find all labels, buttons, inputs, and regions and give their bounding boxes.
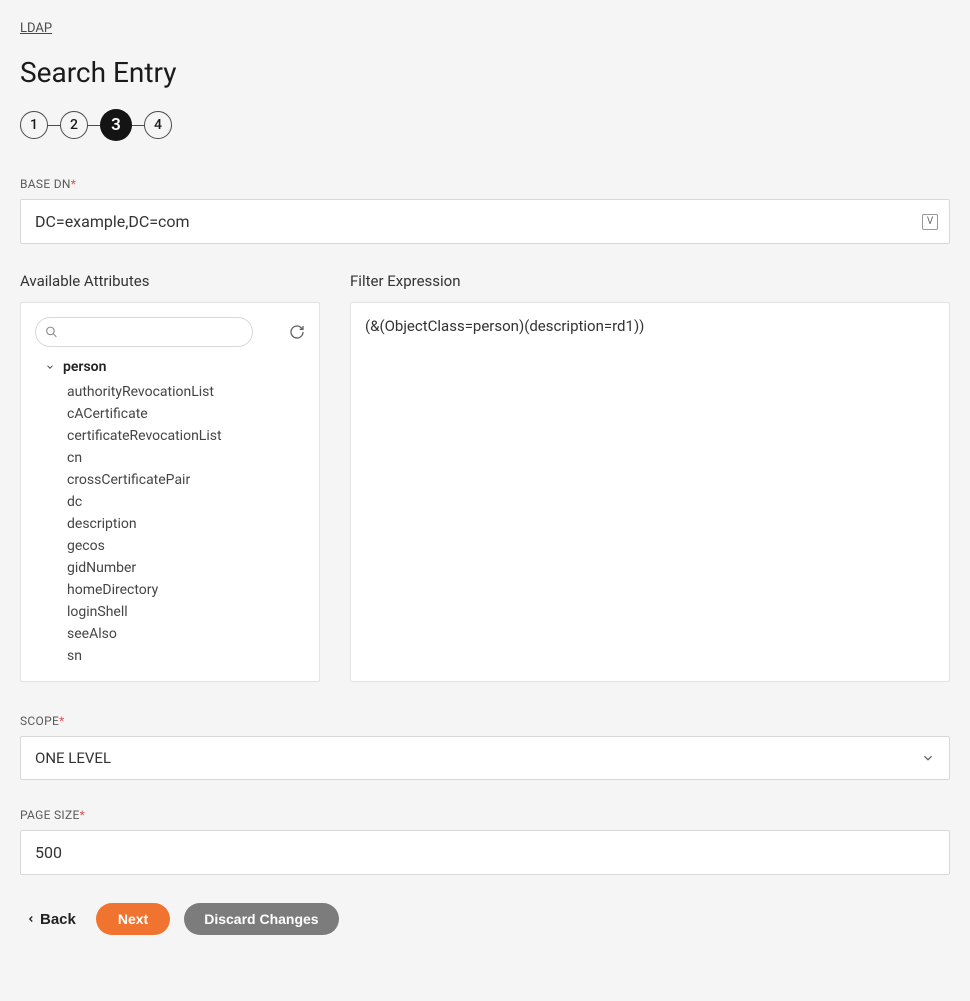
tree-item[interactable]: crossCertificatePair <box>67 469 305 491</box>
discard-button[interactable]: Discard Changes <box>184 903 338 935</box>
tree-root-person[interactable]: person <box>45 359 305 375</box>
button-row: Back Next Discard Changes <box>20 903 950 935</box>
page-size-label: PAGE SIZE* <box>20 808 950 822</box>
tree-item[interactable]: sn <box>67 645 305 667</box>
step-1[interactable]: 1 <box>20 111 48 139</box>
filter-expression-label: Filter Expression <box>350 272 950 290</box>
step-connector <box>132 125 144 126</box>
step-connector <box>48 125 60 126</box>
stepper: 1234 <box>20 109 950 141</box>
search-icon <box>45 326 58 339</box>
available-attributes-label: Available Attributes <box>20 272 320 290</box>
tree-item[interactable]: certificateRevocationList <box>67 425 305 447</box>
tree-item[interactable]: homeDirectory <box>67 579 305 601</box>
chevron-left-icon <box>26 913 36 925</box>
refresh-icon[interactable] <box>289 324 305 340</box>
tree-item[interactable]: loginShell <box>67 601 305 623</box>
back-button[interactable]: Back <box>20 905 82 934</box>
step-4[interactable]: 4 <box>144 111 172 139</box>
filter-expression-panel[interactable]: (&(ObjectClass=person)(description=rd1)) <box>350 302 950 682</box>
scope-selected-value: ONE LEVEL <box>35 749 111 767</box>
chevron-down-icon <box>921 751 935 765</box>
tree-item[interactable]: authorityRevocationList <box>67 381 305 403</box>
tree-item[interactable]: gecos <box>67 535 305 557</box>
base-dn-label: BASE DN* <box>20 177 950 191</box>
step-3[interactable]: 3 <box>100 109 132 141</box>
page-size-input[interactable] <box>20 830 950 875</box>
tree-item[interactable]: seeAlso <box>67 623 305 645</box>
attribute-search-input[interactable] <box>35 317 253 347</box>
page-title: Search Entry <box>20 56 950 89</box>
scope-label: SCOPE* <box>20 714 950 728</box>
tree-item[interactable]: description <box>67 513 305 535</box>
base-dn-input[interactable] <box>20 199 950 244</box>
filter-expression-value: (&(ObjectClass=person)(description=rd1)) <box>365 317 644 335</box>
next-button[interactable]: Next <box>96 903 170 935</box>
tree-item[interactable]: cACertificate <box>67 403 305 425</box>
chevron-down-icon <box>45 362 55 372</box>
attribute-tree: person authorityRevocationListcACertific… <box>35 359 305 667</box>
tree-root-label: person <box>63 359 106 375</box>
scope-select[interactable]: ONE LEVEL <box>20 736 950 780</box>
tree-item[interactable]: cn <box>67 447 305 469</box>
attributes-panel: person authorityRevocationListcACertific… <box>20 302 320 682</box>
back-button-label: Back <box>40 911 76 928</box>
base-dn-picker-icon[interactable]: V <box>922 214 938 230</box>
breadcrumb-ldap[interactable]: LDAP <box>20 21 52 36</box>
step-2[interactable]: 2 <box>60 111 88 139</box>
tree-item[interactable]: gidNumber <box>67 557 305 579</box>
tree-item[interactable]: dc <box>67 491 305 513</box>
step-connector <box>88 125 100 126</box>
